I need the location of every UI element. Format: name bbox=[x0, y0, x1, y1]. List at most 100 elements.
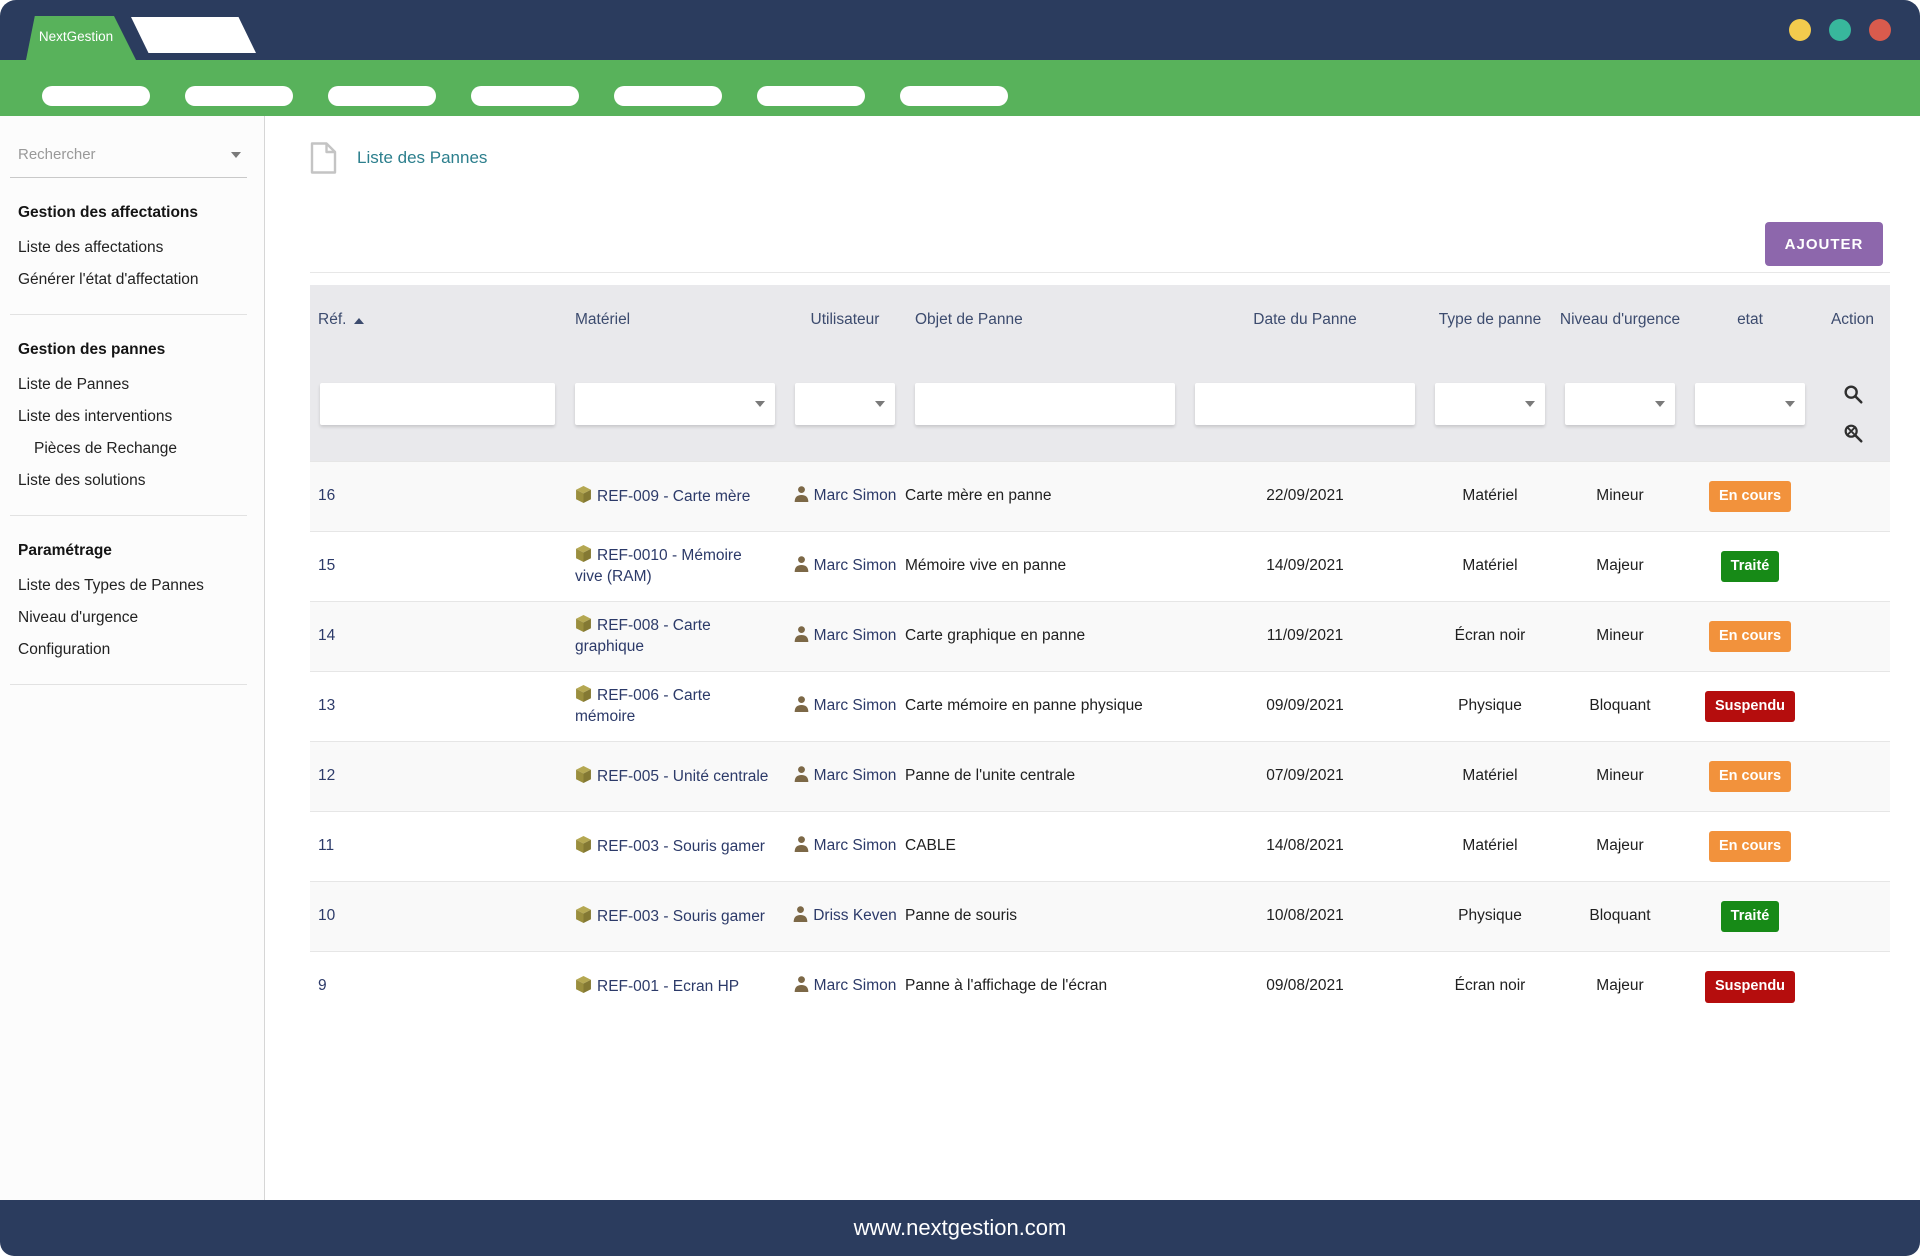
nav-pill-6[interactable] bbox=[757, 86, 865, 106]
date-text: 14/08/2021 bbox=[1266, 837, 1344, 854]
material-box-icon bbox=[575, 976, 592, 993]
materiel-link[interactable]: REF-0010 - Mémoire vive (RAM) bbox=[575, 547, 742, 585]
utilisateur-link[interactable]: Marc Simon bbox=[814, 977, 897, 994]
nav-pill-3[interactable] bbox=[328, 86, 436, 106]
content-panel: Liste des Pannes AJOUTER Réf. bbox=[265, 116, 1920, 1200]
ref-link[interactable]: 16 bbox=[318, 487, 335, 504]
secondary-tab[interactable] bbox=[131, 17, 256, 53]
filter-niveau-select[interactable] bbox=[1565, 383, 1675, 425]
status-badge: Traité bbox=[1721, 901, 1780, 933]
utilisateur-link[interactable]: Marc Simon bbox=[814, 557, 897, 574]
table-row: 16REF-009 - Carte mèreMarc SimonCarte mè… bbox=[310, 462, 1890, 532]
objet-text: Panne de souris bbox=[905, 907, 1017, 924]
table-row: 10 REF-003 - Souris gamer Driss Keven Panne… bbox=[310, 882, 1890, 952]
sidebar-section-title: Paramétrage bbox=[10, 542, 247, 560]
pannes-table-container: Réf. Matériel Utilisateur Objet de Panne… bbox=[310, 285, 1890, 1022]
window-titlebar: NextGestion bbox=[0, 0, 1920, 60]
sidebar-item[interactable]: Générer l'état d'affectation bbox=[10, 264, 247, 296]
ref-link[interactable]: 10 bbox=[318, 907, 335, 924]
app-window: NextGestion Rechercher Gestion des affec… bbox=[0, 0, 1920, 1256]
pannes-table: Réf. Matériel Utilisateur Objet de Panne… bbox=[310, 285, 1890, 1022]
utilisateur-link[interactable]: Marc Simon bbox=[814, 627, 897, 644]
materiel-link[interactable]: REF-003 - Souris gamer bbox=[597, 838, 765, 855]
window-maximize-dot[interactable] bbox=[1829, 19, 1851, 41]
utilisateur-link[interactable]: Marc Simon bbox=[814, 487, 897, 504]
user-icon bbox=[794, 976, 809, 992]
column-header-date[interactable]: Date du Panne bbox=[1185, 285, 1425, 355]
status-badge: Suspendu bbox=[1705, 971, 1795, 1003]
materiel-link[interactable]: REF-005 - Unité centrale bbox=[597, 768, 768, 785]
materiel-link[interactable]: REF-009 - Carte mère bbox=[597, 488, 750, 505]
materiel-link[interactable]: REF-003 - Souris gamer bbox=[597, 908, 765, 925]
niveau-text: Mineur bbox=[1596, 487, 1643, 504]
date-text: 10/08/2021 bbox=[1266, 907, 1344, 924]
chevron-down-icon bbox=[755, 401, 765, 407]
nav-pill-1[interactable] bbox=[42, 86, 150, 106]
window-close-dot[interactable] bbox=[1869, 19, 1891, 41]
nav-pill-5[interactable] bbox=[614, 86, 722, 106]
user-icon bbox=[794, 626, 809, 642]
ref-link[interactable]: 11 bbox=[318, 837, 334, 854]
ref-link[interactable]: 13 bbox=[318, 697, 335, 714]
filter-materiel-select[interactable] bbox=[575, 383, 775, 425]
sidebar-item[interactable]: Liste des affectations bbox=[10, 232, 247, 264]
brand-tab[interactable]: NextGestion bbox=[26, 16, 136, 60]
utilisateur-link[interactable]: Marc Simon bbox=[814, 697, 897, 714]
materiel-link[interactable]: REF-006 - Carte mémoire bbox=[575, 687, 711, 725]
type-text: Matériel bbox=[1462, 557, 1517, 574]
chevron-down-icon bbox=[1655, 401, 1665, 407]
ref-link[interactable]: 12 bbox=[318, 767, 335, 784]
filter-type-select[interactable] bbox=[1435, 383, 1545, 425]
sidebar-section-title: Gestion des pannes bbox=[10, 341, 247, 359]
sidebar-item[interactable]: Liste de Pannes bbox=[10, 369, 247, 401]
utilisateur-link[interactable]: Driss Keven bbox=[813, 907, 897, 924]
column-header-niveau[interactable]: Niveau d'urgence bbox=[1555, 285, 1685, 355]
sidebar-item[interactable]: Configuration bbox=[10, 634, 247, 666]
type-text: Matériel bbox=[1462, 767, 1517, 784]
type-text: Physique bbox=[1458, 907, 1522, 924]
nav-pill-2[interactable] bbox=[185, 86, 293, 106]
sidebar-search-dropdown[interactable]: Rechercher bbox=[10, 146, 247, 178]
sidebar-item[interactable]: Liste des solutions bbox=[10, 465, 247, 497]
table-row: 9REF-001 - Ecran HPMarc SimonPanne à l'a… bbox=[310, 952, 1890, 1022]
materiel-link[interactable]: REF-001 - Ecran HP bbox=[597, 978, 739, 995]
filter-date-input[interactable] bbox=[1195, 383, 1415, 425]
sidebar-item[interactable]: Niveau d'urgence bbox=[10, 602, 247, 634]
status-badge: Suspendu bbox=[1705, 691, 1795, 723]
material-box-icon bbox=[575, 486, 592, 503]
materiel-link[interactable]: REF-008 - Carte graphique bbox=[575, 617, 711, 655]
column-header-etat[interactable]: etat bbox=[1685, 285, 1815, 355]
sidebar-item[interactable]: Liste des interventions bbox=[10, 401, 247, 433]
ref-link[interactable]: 9 bbox=[318, 977, 327, 994]
column-header-type[interactable]: Type de panne bbox=[1425, 285, 1555, 355]
sort-asc-icon bbox=[354, 318, 364, 324]
add-button[interactable]: AJOUTER bbox=[1765, 222, 1883, 266]
sidebar-item[interactable]: Liste des Types de Pannes bbox=[10, 570, 247, 602]
column-header-ref[interactable]: Réf. bbox=[310, 285, 565, 355]
filter-objet-input[interactable] bbox=[915, 383, 1175, 425]
type-text: Matériel bbox=[1462, 837, 1517, 854]
sidebar-section-title: Gestion des affectations bbox=[10, 204, 247, 222]
table-filter-row bbox=[310, 355, 1890, 462]
filter-ref-input[interactable] bbox=[320, 383, 555, 425]
table-row: 12REF-005 - Unité centraleMarc SimonPann… bbox=[310, 742, 1890, 812]
objet-text: CABLE bbox=[905, 837, 956, 854]
search-button[interactable] bbox=[1842, 383, 1864, 408]
window-minimize-dot[interactable] bbox=[1789, 19, 1811, 41]
table-row: 14REF-008 - Carte graphiqueMarc SimonCar… bbox=[310, 602, 1890, 672]
sidebar-item[interactable]: Pièces de Rechange bbox=[10, 433, 247, 465]
column-header-objet[interactable]: Objet de Panne bbox=[905, 285, 1185, 355]
nav-pill-7[interactable] bbox=[900, 86, 1008, 106]
ref-link[interactable]: 14 bbox=[318, 627, 335, 644]
nav-pill-4[interactable] bbox=[471, 86, 579, 106]
user-icon bbox=[794, 696, 809, 712]
ref-link[interactable]: 15 bbox=[318, 557, 335, 574]
type-text: Écran noir bbox=[1455, 977, 1526, 994]
column-header-materiel[interactable]: Matériel bbox=[565, 285, 785, 355]
column-header-utilisateur[interactable]: Utilisateur bbox=[785, 285, 905, 355]
utilisateur-link[interactable]: Marc Simon bbox=[814, 767, 897, 784]
utilisateur-link[interactable]: Marc Simon bbox=[814, 837, 897, 854]
filter-etat-select[interactable] bbox=[1695, 383, 1805, 425]
filter-utilisateur-select[interactable] bbox=[795, 383, 895, 425]
clear-search-button[interactable] bbox=[1842, 422, 1864, 447]
